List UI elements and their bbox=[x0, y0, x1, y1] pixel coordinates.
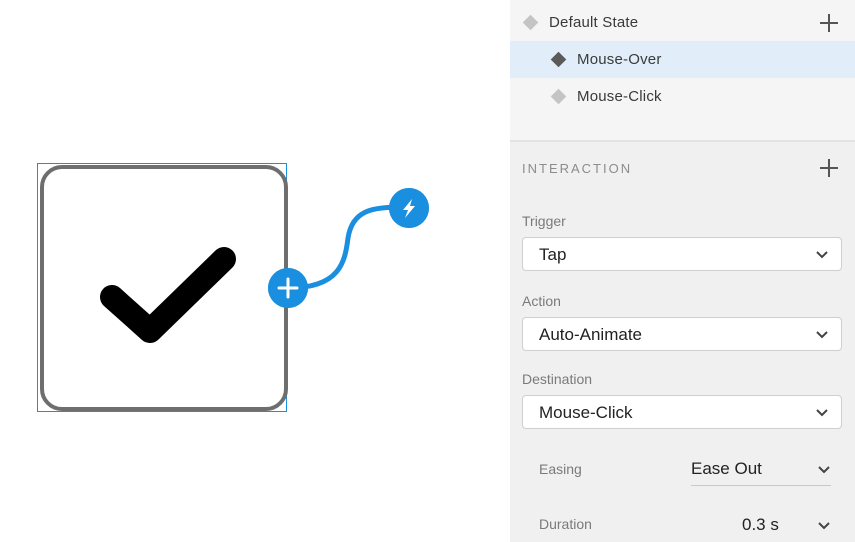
add-interaction-handle[interactable] bbox=[268, 268, 308, 308]
destination-dropdown[interactable]: Mouse-Click bbox=[522, 395, 842, 429]
add-interaction-button[interactable] bbox=[820, 159, 838, 177]
design-canvas[interactable] bbox=[0, 0, 510, 542]
plus-icon bbox=[268, 268, 308, 308]
state-label: Mouse-Click bbox=[577, 88, 662, 105]
chevron-down-icon bbox=[816, 251, 828, 259]
state-label: Default State bbox=[549, 14, 639, 31]
duration-label: Duration bbox=[539, 516, 592, 532]
action-dropdown[interactable]: Auto-Animate bbox=[522, 317, 842, 351]
easing-select[interactable]: Ease Out bbox=[691, 457, 831, 486]
easing-label: Easing bbox=[539, 461, 582, 477]
chevron-down-icon bbox=[816, 331, 828, 339]
checkbox-component[interactable] bbox=[40, 165, 288, 411]
interaction-section-title: INTERACTION bbox=[522, 161, 633, 176]
action-value: Auto-Animate bbox=[539, 325, 642, 344]
state-mouse-over[interactable]: Mouse-Over bbox=[510, 41, 855, 78]
state-default[interactable]: Default State bbox=[510, 4, 855, 41]
diamond-icon bbox=[522, 14, 539, 31]
diamond-icon bbox=[550, 88, 567, 105]
checkmark-icon bbox=[100, 247, 236, 343]
destination-label: Destination bbox=[522, 371, 593, 387]
chevron-down-icon bbox=[818, 522, 830, 530]
trigger-value: Tap bbox=[539, 245, 567, 264]
easing-value: Ease Out bbox=[691, 459, 762, 478]
properties-panel: Default State Mouse-Over Mouse-Click INT… bbox=[510, 0, 855, 542]
action-label: Action bbox=[522, 293, 561, 309]
destination-value: Mouse-Click bbox=[539, 403, 633, 422]
state-mouse-click[interactable]: Mouse-Click bbox=[510, 78, 855, 115]
lightning-bolt-icon bbox=[389, 188, 429, 228]
trigger-label: Trigger bbox=[522, 213, 566, 229]
state-label: Mouse-Over bbox=[577, 51, 662, 68]
states-list: Default State Mouse-Over Mouse-Click bbox=[510, 0, 855, 142]
chevron-down-icon bbox=[818, 466, 830, 474]
duration-select[interactable]: 0.3 s bbox=[691, 513, 831, 541]
add-state-button[interactable] bbox=[820, 14, 838, 32]
trigger-dropdown[interactable]: Tap bbox=[522, 237, 842, 271]
diamond-icon bbox=[550, 51, 567, 68]
chevron-down-icon bbox=[816, 409, 828, 417]
trigger-handle[interactable] bbox=[389, 188, 429, 228]
duration-value: 0.3 s bbox=[742, 515, 779, 534]
